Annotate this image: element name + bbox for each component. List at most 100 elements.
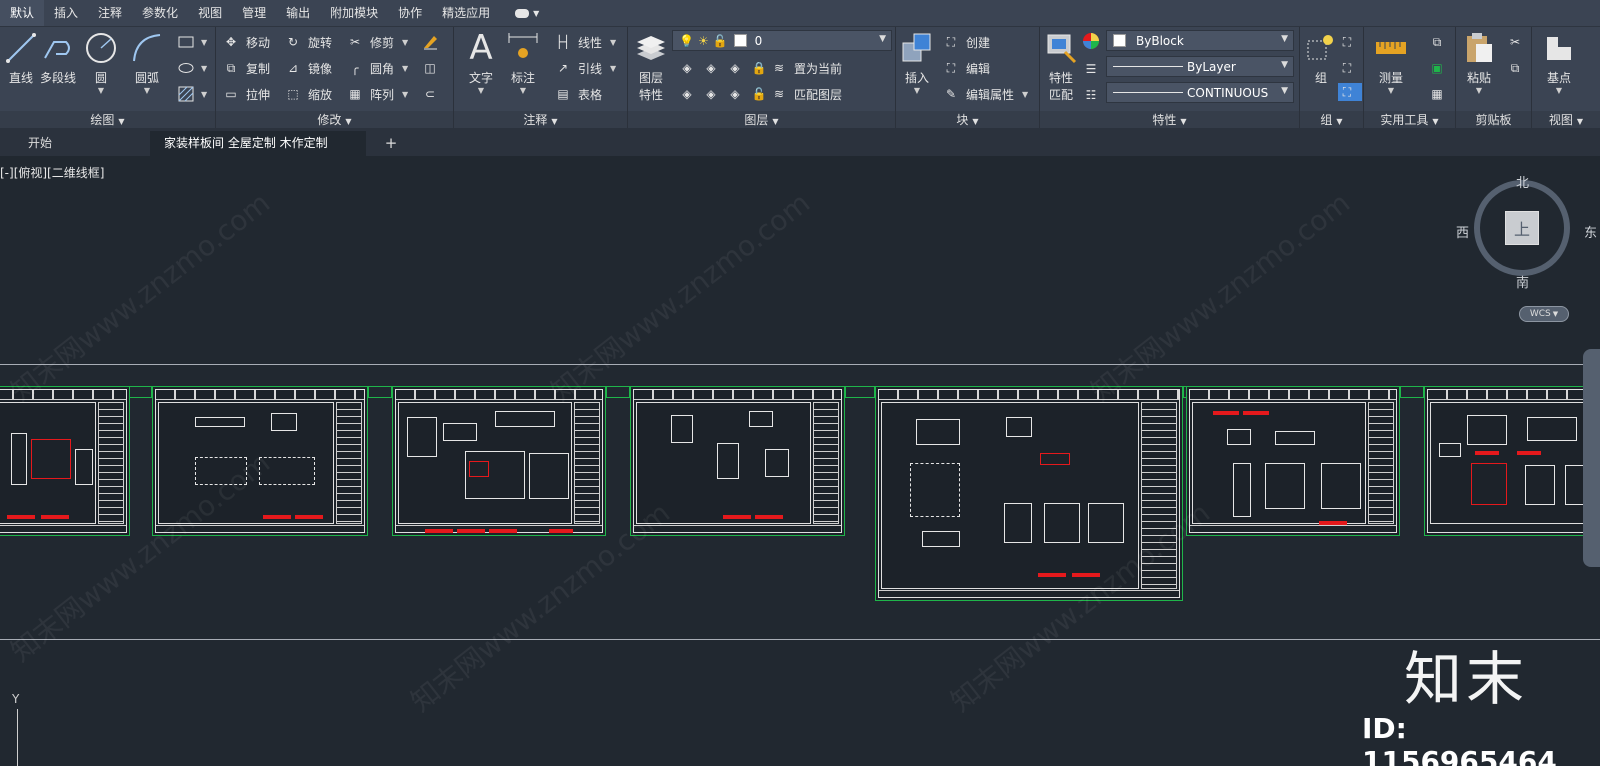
paste-tool[interactable]: 粘贴 ▼ — [1462, 31, 1496, 95]
drawing-sheet[interactable] — [875, 386, 1183, 601]
set-current-tool[interactable]: ≋ 置为当前 — [770, 59, 842, 77]
tab-start[interactable]: 开始 — [14, 131, 148, 156]
insert-block-tool[interactable]: 插入 ▼ — [900, 31, 934, 95]
group-edit-tool[interactable]: ⛶ — [1338, 59, 1362, 77]
panel-block-title[interactable]: 块 ▼ — [896, 111, 1039, 129]
ungroup-tool[interactable]: ⛶ — [1338, 33, 1362, 51]
navigation-bar[interactable] — [1583, 349, 1600, 567]
panel-annotation-title[interactable]: 注释 ▼ — [454, 111, 627, 129]
linetype-dropdown[interactable]: CONTINUOUS ▼ — [1106, 82, 1294, 103]
ribbon-display-toggle[interactable]: ▼ — [512, 6, 542, 20]
drawing-sheet[interactable] — [1424, 386, 1600, 536]
color-dropdown[interactable]: ByBlock ▼ — [1106, 30, 1294, 51]
compass-west[interactable]: 西 — [1456, 222, 1469, 241]
create-block-tool[interactable]: ⛶ 创建 — [942, 33, 990, 51]
edit-block-tool[interactable]: ⛶ 编辑 — [942, 59, 990, 77]
select-all-tool[interactable]: ▣ — [1428, 59, 1452, 77]
tab-insert[interactable]: 插入 — [44, 0, 88, 26]
viewcube[interactable]: 上 北 南 西 东 — [1456, 176, 1597, 291]
panel-properties-title[interactable]: 特性 ▼ — [1040, 111, 1299, 129]
viewcube-top-face[interactable]: 上 — [1505, 211, 1539, 245]
tab-addins[interactable]: 附加模块 — [320, 0, 388, 26]
array-tool[interactable]: ▦ 阵列 ▼ — [346, 85, 408, 103]
copy-clip-tool[interactable]: ⧉ — [1506, 59, 1530, 77]
layer-unlock-icon[interactable]: 🔓 — [750, 85, 768, 103]
explode-tool[interactable]: ◫ — [421, 59, 445, 77]
tab-manage[interactable]: 管理 — [232, 0, 276, 26]
scale-tool[interactable]: ⬚ 缩放 — [284, 85, 332, 103]
quick-select-tool[interactable]: ⧉ — [1428, 33, 1452, 51]
layer-isolate-icon[interactable]: ◈ — [702, 59, 720, 77]
offset-tool[interactable]: ⊂ — [421, 85, 445, 103]
color-wheel-icon[interactable] — [1082, 32, 1106, 50]
layer-dropdown[interactable]: 💡 ☀ 🔓 0 ▼ — [672, 30, 892, 51]
ellipse-tool[interactable]: ▼ — [177, 59, 207, 77]
panel-layers-title[interactable]: 图层 ▼ — [628, 111, 895, 129]
tab-annotate[interactable]: 注释 — [88, 0, 132, 26]
compass-south[interactable]: 南 — [1516, 272, 1529, 291]
layer-freeze-icon[interactable]: ◈ — [726, 59, 744, 77]
tab-current-drawing[interactable]: 家装样板间 全屋定制 木作定制*✕ — [150, 131, 366, 176]
wcs-menu[interactable]: WCS ▼ — [1519, 306, 1569, 322]
arc-tool[interactable]: 圆弧 ▼ — [130, 31, 164, 95]
fillet-tool[interactable]: ╭ 圆角 ▼ — [346, 59, 408, 77]
match-properties-tool[interactable]: 特性 匹配 — [1044, 31, 1078, 103]
drawing-sheet[interactable] — [392, 386, 606, 536]
drawing-sheet[interactable] — [1186, 386, 1400, 536]
layer-on-icon[interactable]: ◈ — [678, 85, 696, 103]
compass-north[interactable]: 北 — [1516, 172, 1529, 191]
cut-tool[interactable]: ✂ — [1506, 33, 1530, 51]
drawing-sheet[interactable] — [630, 386, 845, 536]
stretch-tool[interactable]: ▭ 拉伸 — [222, 85, 270, 103]
viewport-controls-label[interactable]: [-][俯视][二维线框] — [0, 164, 104, 181]
group-select-toggle[interactable]: ⛶ — [1338, 83, 1362, 101]
leader-tool[interactable]: ↗ 引线 ▼ — [554, 59, 616, 77]
layer-lock-icon[interactable]: 🔒 — [750, 59, 768, 77]
tab-view[interactable]: 视图 — [188, 0, 232, 26]
panel-draw-title[interactable]: 绘图 ▼ — [0, 111, 215, 129]
drawing-sheet[interactable] — [152, 386, 368, 536]
linear-dim-tool[interactable]: ├┤ 线性 ▼ — [554, 33, 616, 51]
drawing-viewport[interactable]: [-][俯视][二维线框] 上 北 南 西 东 WCS ▼ Y 知末网www.z… — [0, 156, 1600, 766]
panel-groups-title[interactable]: 组 ▼ — [1300, 111, 1363, 129]
erase-tool[interactable] — [421, 33, 445, 51]
tab-featured-apps[interactable]: 精选应用 — [432, 0, 500, 26]
group-tool[interactable]: 组 — [1304, 31, 1338, 86]
edit-attributes-tool[interactable]: ✎ 编辑属性 ▼ — [942, 85, 1028, 103]
mirror-tool[interactable]: ⊿ 镜像 — [284, 59, 332, 77]
rotate-tool[interactable]: ↻ 旋转 — [284, 33, 332, 51]
lineweight-icon[interactable]: ☰ — [1082, 60, 1106, 78]
text-tool[interactable]: A 文字 ▼ — [464, 28, 498, 95]
tab-parametric[interactable]: 参数化 — [132, 0, 188, 26]
line-tool[interactable]: 直线 — [4, 31, 38, 86]
dimension-tool[interactable]: 标注 ▼ — [506, 31, 540, 95]
measure-tool[interactable]: 测量 ▼ — [1374, 31, 1408, 95]
panel-view-title[interactable]: 视图 ▼ — [1532, 111, 1600, 129]
tab-output[interactable]: 输出 — [276, 0, 320, 26]
rectangle-tool[interactable]: ▼ — [177, 33, 207, 51]
layer-properties-tool[interactable]: 图层 特性 — [634, 31, 668, 103]
match-layer-tool[interactable]: ≋ 匹配图层 — [770, 85, 842, 103]
calculator-tool[interactable]: ▦ — [1428, 85, 1452, 103]
move-tool[interactable]: ✥ 移动 — [222, 33, 270, 51]
new-tab-button[interactable]: + — [380, 131, 402, 156]
panel-modify-title[interactable]: 修改 ▼ — [216, 111, 453, 129]
layer-thaw-icon[interactable]: ◈ — [726, 85, 744, 103]
hatch-tool[interactable]: ▼ — [177, 85, 207, 103]
lineweight-dropdown[interactable]: ByLayer ▼ — [1106, 56, 1294, 77]
compass-east[interactable]: 东 — [1584, 222, 1597, 241]
panel-utilities-title[interactable]: 实用工具 ▼ — [1364, 111, 1455, 129]
layer-unisolate-icon[interactable]: ◈ — [702, 85, 720, 103]
drawing-sheet[interactable] — [0, 386, 130, 536]
polyline-tool[interactable]: 多段线 — [40, 31, 76, 86]
table-tool[interactable]: ▤ 表格 — [554, 85, 602, 103]
circle-tool[interactable]: 圆 ▼ — [84, 31, 118, 95]
tab-collaborate[interactable]: 协作 — [388, 0, 432, 26]
panel-clipboard-title[interactable]: 剪贴板 — [1456, 111, 1531, 129]
copy-tool[interactable]: ⧉ 复制 — [222, 59, 270, 77]
linetype-icon[interactable]: ☷ — [1082, 86, 1106, 104]
tab-default[interactable]: 默认 — [0, 0, 45, 26]
basepoint-tool[interactable]: 基点 ▼ — [1542, 31, 1576, 95]
layer-off-icon[interactable]: ◈ — [678, 59, 696, 77]
trim-tool[interactable]: ✂ 修剪 ▼ — [346, 33, 408, 51]
